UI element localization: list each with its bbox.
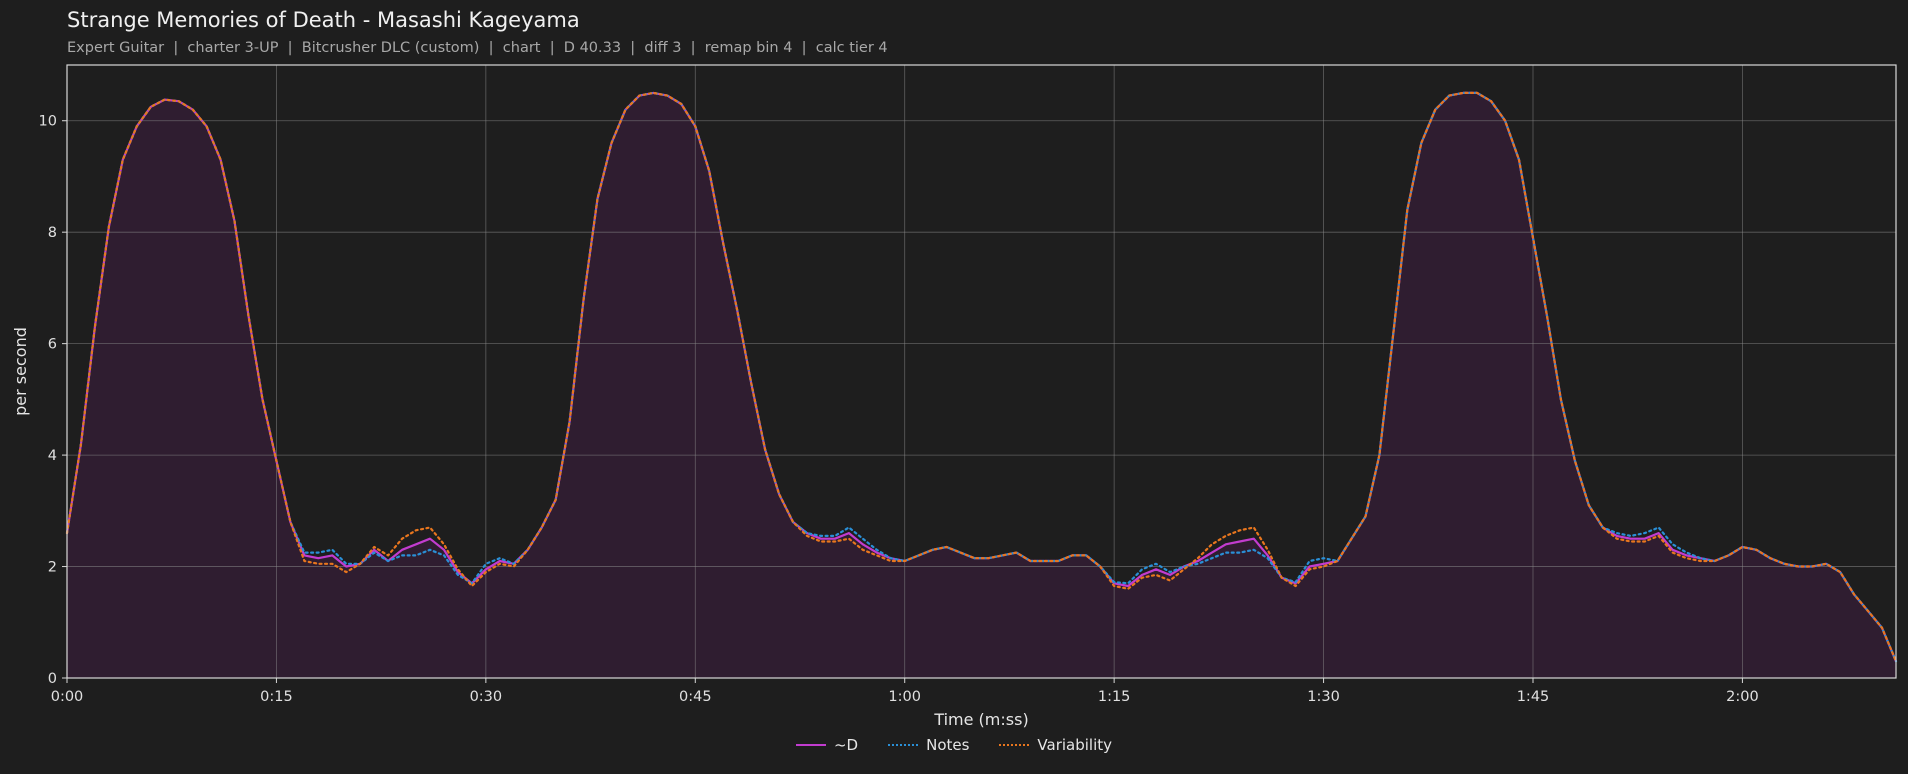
legend-item-variability: Variability [999, 736, 1112, 754]
legend-swatch-variability [999, 744, 1030, 746]
x-tick-label-8: 2:00 [1726, 689, 1759, 705]
legend-swatch-d [795, 744, 826, 746]
line-chart: 0:00 0:15 0:30 0:45 1:00 1:15 1:30 1:45 2:00 0 2 4 6… [11, 64, 1898, 729]
legend-swatch-notes [888, 744, 919, 746]
x-tick-label-2: 0:30 [470, 689, 503, 705]
x-axis-label: Time (m:ss) [933, 710, 1028, 729]
y-tick-label-5: 10 [39, 114, 57, 130]
x-tick-label-1: 0:15 [260, 689, 293, 705]
x-tick-label-4: 1:00 [888, 689, 921, 705]
x-tick-label-3: 0:45 [679, 689, 712, 705]
x-tick-label-0: 0:00 [51, 689, 84, 705]
x-tick-label-7: 1:45 [1517, 689, 1550, 705]
legend-item-notes: Notes [888, 736, 969, 754]
y-axis-label: per second [11, 327, 30, 416]
x-tick-label-6: 1:30 [1307, 689, 1340, 705]
y-tick-label-4: 8 [48, 225, 57, 241]
chart-legend: ~D Notes Variability [0, 736, 1908, 754]
y-tick-label-0: 0 [48, 671, 57, 687]
x-tick-label-5: 1:15 [1098, 689, 1131, 705]
legend-item-d: ~D [795, 736, 859, 754]
y-tick-label-3: 6 [48, 337, 57, 353]
legend-label-d: ~D [833, 736, 859, 754]
legend-label-variability: Variability [1037, 736, 1113, 754]
y-tick-label-2: 4 [48, 448, 57, 464]
y-tick-label-1: 2 [48, 560, 57, 576]
legend-label-notes: Notes [926, 736, 970, 754]
